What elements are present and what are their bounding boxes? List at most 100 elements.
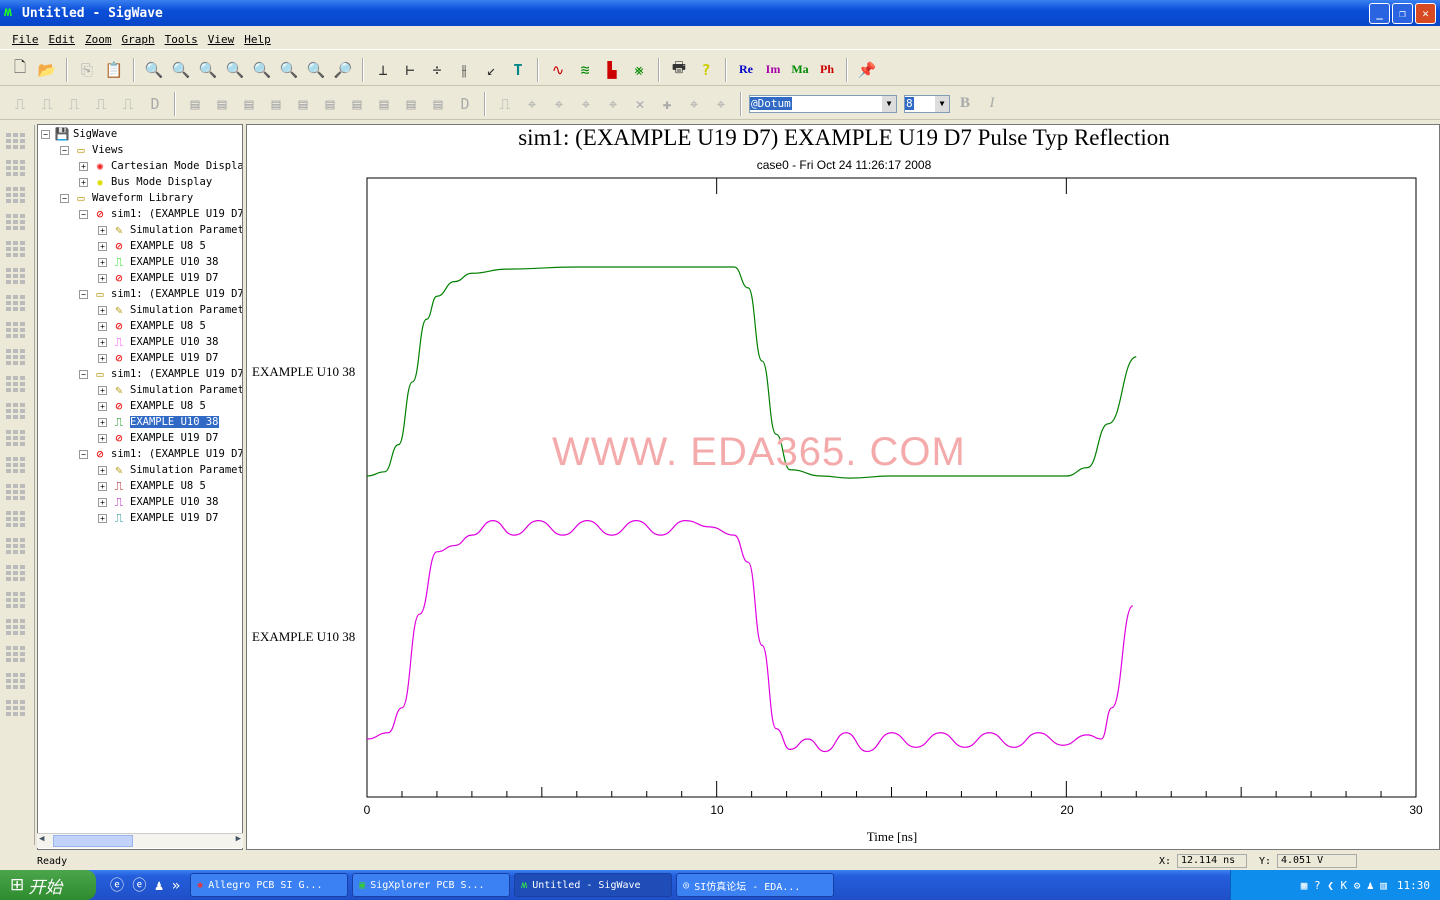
bus-view-icon[interactable]: ≋ bbox=[573, 58, 597, 82]
expand-icon[interactable]: + bbox=[98, 497, 107, 507]
collapse-icon[interactable]: − bbox=[41, 129, 50, 139]
display-grid-icon[interactable] bbox=[6, 457, 26, 475]
menu-edit[interactable]: Edit bbox=[49, 33, 76, 46]
display-grid-icon[interactable] bbox=[6, 160, 26, 178]
expand-icon[interactable]: + bbox=[98, 273, 107, 283]
line-style-default-icon[interactable]: D bbox=[143, 92, 167, 116]
pin-icon[interactable]: 📌 bbox=[855, 58, 879, 82]
line-style-icon[interactable]: ⎍ bbox=[35, 92, 59, 116]
tree-node[interactable]: + ⎍ EXAMPLE U10 38 bbox=[98, 414, 220, 430]
display-grid-icon[interactable] bbox=[6, 241, 26, 259]
tree-node[interactable]: + ✺ Cartesian Mode Displa bbox=[79, 158, 242, 174]
display-grid-icon[interactable] bbox=[6, 619, 26, 637]
tree-node[interactable]: − ▭ Waveform Library bbox=[60, 190, 193, 206]
help-icon[interactable]: ? bbox=[694, 58, 718, 82]
display-grid-icon[interactable] bbox=[6, 673, 26, 691]
expand-icon[interactable]: + bbox=[98, 305, 107, 315]
close-button[interactable]: ✕ bbox=[1415, 3, 1436, 24]
line-width-icon[interactable]: ▤ bbox=[345, 92, 369, 116]
zoom-fit-icon[interactable]: 🔍 bbox=[169, 58, 193, 82]
tree-node[interactable]: + ⎍ EXAMPLE U10 38 bbox=[98, 494, 219, 510]
marker-horizontal-icon[interactable]: ⫲ bbox=[452, 58, 476, 82]
expand-icon[interactable]: + bbox=[98, 257, 107, 267]
tree-node[interactable]: + ⊘ EXAMPLE U8 5 bbox=[98, 318, 206, 334]
tree-node[interactable]: + ⎍ EXAMPLE U10 38 bbox=[98, 334, 219, 350]
new-file-icon[interactable]: 🗋 bbox=[8, 58, 32, 82]
zoom-in-icon[interactable]: 🔍 bbox=[196, 58, 220, 82]
marker-vertical-icon[interactable]: ÷ bbox=[425, 58, 449, 82]
collapse-icon[interactable]: − bbox=[79, 449, 88, 459]
line-style-icon[interactable]: ⎍ bbox=[8, 92, 32, 116]
display-grid-icon[interactable] bbox=[6, 295, 26, 313]
task-sigwave[interactable]: ʍ Untitled - SigWave bbox=[514, 873, 673, 897]
collapse-icon[interactable]: − bbox=[79, 209, 88, 219]
expand-icon[interactable]: + bbox=[98, 465, 107, 475]
expand-icon[interactable]: + bbox=[98, 401, 107, 411]
expand-icon[interactable]: + bbox=[98, 353, 107, 363]
tree-horizontal-scrollbar[interactable]: ◀ ▶ bbox=[37, 833, 243, 848]
tree-node[interactable]: + ✎ Simulation Paramet bbox=[98, 222, 242, 238]
phase-button[interactable]: Ph bbox=[815, 58, 839, 82]
text-icon[interactable]: T bbox=[506, 58, 530, 82]
font-size-select[interactable]: 8 ▼ bbox=[904, 94, 950, 113]
annotate-arrow-icon[interactable]: ↙ bbox=[479, 58, 503, 82]
minimize-button[interactable]: _ bbox=[1369, 3, 1390, 24]
cartesian-view-icon[interactable]: ∿ bbox=[546, 58, 570, 82]
collapse-icon[interactable]: − bbox=[60, 145, 69, 155]
collapse-icon[interactable]: − bbox=[60, 193, 69, 203]
expand-icon[interactable]: + bbox=[98, 433, 107, 443]
italic-button[interactable]: I bbox=[980, 92, 1004, 116]
scroll-right-icon[interactable]: ▶ bbox=[236, 834, 241, 844]
open-folder-icon[interactable]: 📂 bbox=[35, 58, 59, 82]
display-grid-icon[interactable] bbox=[6, 349, 26, 367]
expand-icon[interactable]: + bbox=[98, 513, 107, 523]
menu-graph[interactable]: Graph bbox=[122, 33, 155, 46]
expand-icon[interactable]: + bbox=[98, 241, 107, 251]
menu-file[interactable]: File bbox=[12, 33, 39, 46]
display-grid-icon[interactable] bbox=[6, 376, 26, 394]
line-width-icon[interactable]: ▤ bbox=[372, 92, 396, 116]
marker-style-icon[interactable]: ⌖ bbox=[682, 92, 706, 116]
bold-button[interactable]: B bbox=[953, 92, 977, 116]
line-width-icon[interactable]: ▤ bbox=[426, 92, 450, 116]
display-grid-icon[interactable] bbox=[6, 592, 26, 610]
expand-icon[interactable]: + bbox=[98, 385, 107, 395]
tree-node[interactable]: + ⊘ EXAMPLE U8 5 bbox=[98, 238, 206, 254]
menu-zoom[interactable]: Zoom bbox=[85, 33, 112, 46]
tree-node[interactable]: − 💾 SigWave bbox=[41, 126, 117, 142]
zoom-window-icon[interactable]: 🔍 bbox=[142, 58, 166, 82]
display-grid-icon[interactable] bbox=[6, 403, 26, 421]
task-allegro[interactable]: ✱ Allegro PCB SI G... bbox=[190, 873, 349, 897]
display-grid-icon[interactable] bbox=[6, 484, 26, 502]
display-grid-icon[interactable] bbox=[6, 187, 26, 205]
task-sigxplorer[interactable]: ▣ SigXplorer PCB S... bbox=[352, 873, 511, 897]
marker-style-icon[interactable]: ⌖ bbox=[574, 92, 598, 116]
tree-node[interactable]: + ⊘ EXAMPLE U19 D7 bbox=[98, 430, 219, 446]
scroll-left-icon[interactable]: ◀ bbox=[39, 834, 44, 844]
expand-icon[interactable]: + bbox=[98, 225, 107, 235]
display-grid-icon[interactable] bbox=[6, 565, 26, 583]
line-width-icon[interactable]: ▤ bbox=[318, 92, 342, 116]
line-width-icon[interactable]: ▤ bbox=[264, 92, 288, 116]
display-grid-icon[interactable] bbox=[6, 700, 26, 718]
start-button[interactable]: ⊞ 开始 bbox=[0, 870, 96, 900]
tree-node[interactable]: − ▭ sim1: (EXAMPLE U19 D7 bbox=[79, 286, 242, 302]
expand-icon[interactable]: + bbox=[98, 321, 107, 331]
expand-icon[interactable]: + bbox=[79, 161, 88, 171]
marker-style-icon[interactable]: ✕ bbox=[628, 92, 652, 116]
print-icon[interactable]: 🖶 bbox=[667, 58, 691, 82]
eye-view-icon[interactable]: ⨳ bbox=[627, 58, 651, 82]
collapse-icon[interactable]: − bbox=[79, 369, 88, 379]
expand-icon[interactable]: + bbox=[79, 177, 88, 187]
zoom-horizontal-icon[interactable]: 🔍 bbox=[250, 58, 274, 82]
line-width-icon[interactable]: ▤ bbox=[183, 92, 207, 116]
display-grid-icon[interactable] bbox=[6, 538, 26, 556]
tree-node[interactable]: − ⊘ sim1: (EXAMPLE U19 D7 bbox=[79, 206, 242, 222]
display-grid-icon[interactable] bbox=[6, 268, 26, 286]
marker-style-icon[interactable]: ⌖ bbox=[547, 92, 571, 116]
font-name-select[interactable]: @Dotum ▼ bbox=[749, 94, 897, 113]
tree-node[interactable]: − ⊘ sim1: (EXAMPLE U19 D7 bbox=[79, 446, 242, 462]
expand-icon[interactable]: + bbox=[98, 417, 107, 427]
display-grid-icon[interactable] bbox=[6, 430, 26, 448]
quicklaunch-icons[interactable]: ⓔ ⓔ ♟ » bbox=[110, 875, 180, 895]
